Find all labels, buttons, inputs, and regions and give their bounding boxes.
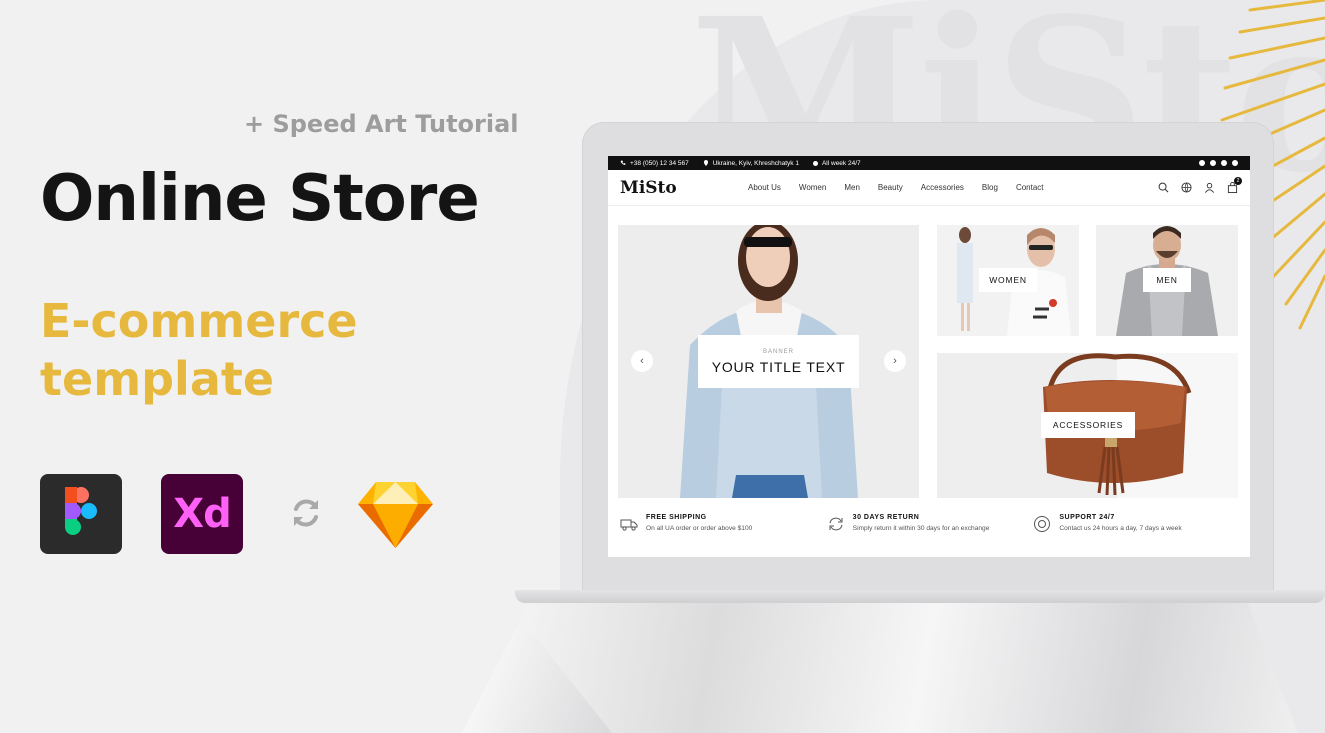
topbar-location-text: Ukraine, Kyiv, Khreshchatyk 1 (712, 159, 799, 167)
men-label: MEN (1143, 268, 1191, 292)
cart-count-badge: 2 (1234, 177, 1242, 185)
feature-free-shipping: FREE SHIPPING On all UA order or order a… (620, 514, 827, 533)
category-tile-men[interactable]: MEN (1096, 225, 1238, 336)
search-icon[interactable] (1158, 182, 1169, 193)
nav-item-about-us[interactable]: About Us (748, 183, 781, 192)
nav-item-beauty[interactable]: Beauty (878, 183, 903, 192)
feature-text: Simply return it within 30 days for an e… (852, 525, 990, 532)
globe-icon[interactable] (1181, 182, 1192, 193)
sketch-icon (358, 482, 433, 548)
feature-title: 30 DAYS RETURN (852, 514, 920, 521)
nav-item-blog[interactable]: Blog (982, 183, 998, 192)
adobe-xd-icon: Xd (161, 474, 243, 554)
banner-title: YOUR TITLE TEXT (711, 358, 846, 375)
chevron-left-icon: ‹ (640, 355, 644, 367)
hero-accent-line2: template (40, 352, 275, 406)
feature-title: SUPPORT 24/7 (1059, 514, 1115, 521)
banner-prev-button[interactable]: ‹ (631, 350, 653, 372)
location-pin-icon (703, 160, 708, 166)
main-nav: About Us Women Men Beauty Accessories Bl… (748, 183, 1158, 192)
hero-banner[interactable]: ‹ › BANNER YOUR TITLE TEXT (618, 225, 919, 498)
nav-item-accessories[interactable]: Accessories (921, 183, 964, 192)
category-tile-accessories[interactable]: ACCESSORIES (937, 353, 1238, 498)
hero-title: Online Store (40, 162, 480, 236)
facebook-icon[interactable] (1199, 160, 1205, 166)
accessories-label: ACCESSORIES (1041, 412, 1135, 438)
nav-actions: 2 (1158, 177, 1242, 193)
chevron-right-icon: › (893, 355, 897, 367)
twitter-icon[interactable] (1210, 160, 1216, 166)
feature-30-days-return: 30 DAYS RETURN Simply return it within 3… (827, 514, 1034, 533)
phone-icon (620, 160, 626, 165)
feature-text: On all UA order or order above $100 (646, 525, 753, 532)
clock-icon (812, 160, 818, 166)
topbar-phone[interactable]: +38 (050) 12 34 567 (620, 160, 689, 167)
social-links (1199, 160, 1238, 166)
return-arrows-icon (829, 517, 843, 531)
topbar-hours: All week 24/7 (812, 159, 861, 167)
xd-label: Xd (173, 491, 231, 537)
sync-icon (294, 499, 318, 527)
topbar-location: Ukraine, Kyiv, Khreshchatyk 1 (703, 160, 799, 167)
banner-next-button[interactable]: › (884, 350, 906, 372)
hero-accent: E-commerce template (40, 292, 358, 408)
nav-item-men[interactable]: Men (844, 183, 860, 192)
store-navbar: MiSto About Us Women Men Beauty Accessor… (608, 170, 1250, 206)
truck-icon (620, 519, 638, 531)
category-tile-women[interactable]: WOMEN (937, 225, 1079, 336)
store-topbar: +38 (050) 12 34 567 Ukraine, Kyiv, Khres… (608, 156, 1250, 170)
feature-title: FREE SHIPPING (646, 514, 707, 521)
cart-button[interactable]: 2 (1227, 177, 1242, 193)
hero-subtitle: + Speed Art Tutorial (244, 110, 519, 138)
nav-item-contact[interactable]: Contact (1016, 183, 1044, 192)
user-icon[interactable] (1204, 182, 1215, 193)
banner-card[interactable]: BANNER YOUR TITLE TEXT (698, 335, 859, 388)
pinterest-icon[interactable] (1232, 160, 1238, 166)
feature-support: SUPPORT 24/7 Contact us 24 hours a day, … (1033, 514, 1240, 533)
features-row: FREE SHIPPING On all UA order or order a… (620, 514, 1240, 533)
store-logo[interactable]: MiSto (620, 178, 748, 198)
feature-text: Contact us 24 hours a day, 7 days a week (1059, 525, 1182, 532)
topbar-hours-text: All week 24/7 (821, 159, 861, 167)
figma-icon (40, 474, 122, 554)
store-screen: +38 (050) 12 34 567 Ukraine, Kyiv, Khres… (608, 156, 1250, 557)
topbar-phone-text: +38 (050) 12 34 567 (630, 159, 689, 167)
nav-item-women[interactable]: Women (799, 183, 826, 192)
hero-accent-line1: E-commerce (40, 294, 358, 348)
banner-kicker: BANNER (762, 348, 794, 355)
laptop-base (515, 590, 1325, 603)
instagram-icon[interactable] (1221, 160, 1227, 166)
lifebuoy-icon (1034, 516, 1051, 532)
women-label: WOMEN (979, 268, 1037, 292)
